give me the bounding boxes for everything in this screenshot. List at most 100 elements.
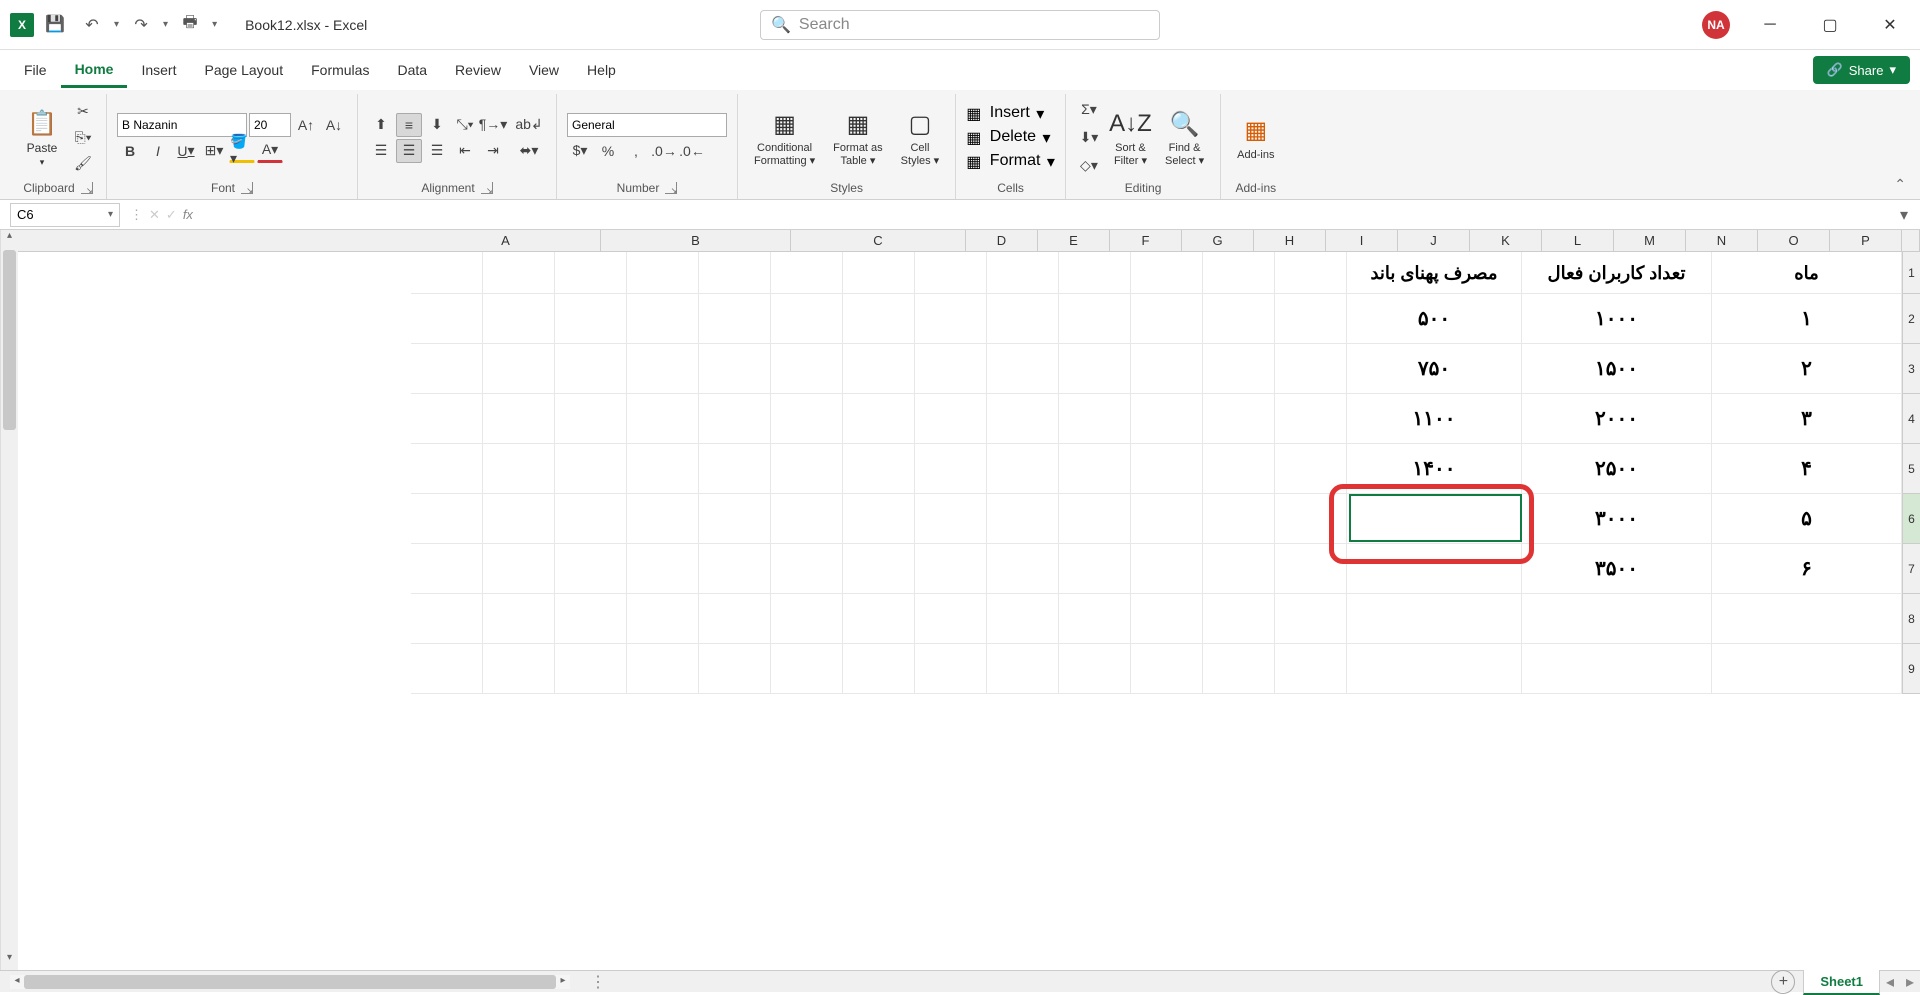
cell-B7[interactable]: ۳۵۰۰	[1522, 544, 1712, 594]
cell-B6[interactable]: ۳۰۰۰	[1522, 494, 1712, 544]
select-all-button[interactable]	[1902, 230, 1920, 252]
cell-E6[interactable]	[1203, 494, 1275, 544]
row-header-3[interactable]: 3	[1902, 344, 1920, 394]
cell-P3[interactable]	[411, 344, 483, 394]
increase-indent-button[interactable]: ⇥	[480, 139, 506, 163]
close-button[interactable]: ✕	[1870, 10, 1910, 40]
cell-K3[interactable]	[771, 344, 843, 394]
cell-P8[interactable]	[411, 594, 483, 644]
cell-O7[interactable]	[483, 544, 555, 594]
copy-button[interactable]: ⎘▾	[70, 126, 96, 150]
cell-L4[interactable]	[699, 394, 771, 444]
tab-file[interactable]: File	[10, 54, 61, 86]
cell-I7[interactable]	[915, 544, 987, 594]
cell-D6[interactable]	[1275, 494, 1347, 544]
cell-B1[interactable]: تعداد کاربران فعال	[1522, 252, 1712, 294]
tab-home[interactable]: Home	[61, 53, 128, 88]
column-header-N[interactable]: N	[1686, 230, 1758, 251]
fill-color-button[interactable]: 🪣▾	[229, 139, 255, 163]
cell-N5[interactable]	[555, 444, 627, 494]
redo-button[interactable]: ↷	[127, 11, 155, 39]
cell-G4[interactable]	[1059, 394, 1131, 444]
increase-font-button[interactable]: A↑	[293, 113, 319, 137]
align-center-button[interactable]: ☰	[396, 139, 422, 163]
qat-customize[interactable]: ▾	[212, 19, 217, 30]
cell-O6[interactable]	[483, 494, 555, 544]
comma-button[interactable]: ,	[623, 139, 649, 163]
cell-P5[interactable]	[411, 444, 483, 494]
cell-F5[interactable]	[1131, 444, 1203, 494]
font-name-select[interactable]	[117, 113, 247, 137]
cell-L1[interactable]	[699, 252, 771, 294]
cell-G7[interactable]	[1059, 544, 1131, 594]
horizontal-scrollbar[interactable]: ◂ ▸	[10, 975, 570, 989]
row-header-1[interactable]: 1	[1902, 252, 1920, 294]
cell-A3[interactable]: ۲	[1712, 344, 1902, 394]
cell-M2[interactable]	[627, 294, 699, 344]
cell-C2[interactable]: ۵۰۰	[1347, 294, 1522, 344]
paste-button[interactable]: 📋 Paste ▾	[20, 103, 64, 172]
cell-H4[interactable]	[987, 394, 1059, 444]
cell-I8[interactable]	[915, 594, 987, 644]
cell-N7[interactable]	[555, 544, 627, 594]
borders-button[interactable]: ⊞▾	[201, 139, 227, 163]
decrease-decimal-button[interactable]: .0←	[679, 139, 705, 163]
cell-E5[interactable]	[1203, 444, 1275, 494]
cell-J4[interactable]	[843, 394, 915, 444]
cell-L9[interactable]	[699, 644, 771, 694]
italic-button[interactable]: I	[145, 139, 171, 163]
cell-H7[interactable]	[987, 544, 1059, 594]
cell-C4[interactable]: ۱۱۰۰	[1347, 394, 1522, 444]
cell-C9[interactable]	[1347, 644, 1522, 694]
cell-A7[interactable]: ۶	[1712, 544, 1902, 594]
cell-C1[interactable]: مصرف پهنای باند	[1347, 252, 1522, 294]
cell-K6[interactable]	[771, 494, 843, 544]
cell-M4[interactable]	[627, 394, 699, 444]
cell-F2[interactable]	[1131, 294, 1203, 344]
cell-N2[interactable]	[555, 294, 627, 344]
maximize-button[interactable]: ▢	[1810, 10, 1850, 40]
format-as-table-button[interactable]: ▦ Format asTable ▾	[827, 104, 889, 170]
cell-J2[interactable]	[843, 294, 915, 344]
cell-A2[interactable]: ۱	[1712, 294, 1902, 344]
cell-P7[interactable]	[411, 544, 483, 594]
bold-button[interactable]: B	[117, 139, 143, 163]
cell-D3[interactable]	[1275, 344, 1347, 394]
row-header-9[interactable]: 9	[1902, 644, 1920, 694]
vertical-scrollbar[interactable]: ▴ ▾	[0, 230, 18, 970]
align-top-button[interactable]: ⬆	[368, 113, 394, 137]
cell-M5[interactable]	[627, 444, 699, 494]
accounting-button[interactable]: $▾	[567, 139, 593, 163]
autosum-button[interactable]: Σ▾	[1076, 98, 1102, 122]
cell-G6[interactable]	[1059, 494, 1131, 544]
undo-button[interactable]: ↶	[78, 11, 106, 39]
cell-N4[interactable]	[555, 394, 627, 444]
name-box-dropdown[interactable]: ▾	[108, 209, 113, 220]
cell-I1[interactable]	[915, 252, 987, 294]
row-header-6[interactable]: 6	[1902, 494, 1920, 544]
cell-C3[interactable]: ۷۵۰	[1347, 344, 1522, 394]
cell-A8[interactable]	[1712, 594, 1902, 644]
cell-F9[interactable]	[1131, 644, 1203, 694]
sheet-tab[interactable]: Sheet1	[1803, 969, 1880, 995]
cell-E9[interactable]	[1203, 644, 1275, 694]
redo-dropdown[interactable]: ▾	[163, 19, 168, 30]
column-header-O[interactable]: O	[1758, 230, 1830, 251]
cell-K8[interactable]	[771, 594, 843, 644]
cell-K5[interactable]	[771, 444, 843, 494]
cell-F7[interactable]	[1131, 544, 1203, 594]
column-header-F[interactable]: F	[1110, 230, 1182, 251]
cell-D9[interactable]	[1275, 644, 1347, 694]
cell-D5[interactable]	[1275, 444, 1347, 494]
merge-button[interactable]: ⬌▾	[512, 139, 546, 163]
insert-cells-button[interactable]: ▦ Insert ▾	[966, 104, 1055, 124]
cell-O9[interactable]	[483, 644, 555, 694]
cell-G5[interactable]	[1059, 444, 1131, 494]
cell-O3[interactable]	[483, 344, 555, 394]
wrap-text-button[interactable]: ab↲	[512, 113, 546, 137]
cell-L3[interactable]	[699, 344, 771, 394]
align-right-button[interactable]: ☰	[424, 139, 450, 163]
cut-button[interactable]: ✂	[70, 100, 96, 124]
underline-button[interactable]: U▾	[173, 139, 199, 163]
cell-I3[interactable]	[915, 344, 987, 394]
